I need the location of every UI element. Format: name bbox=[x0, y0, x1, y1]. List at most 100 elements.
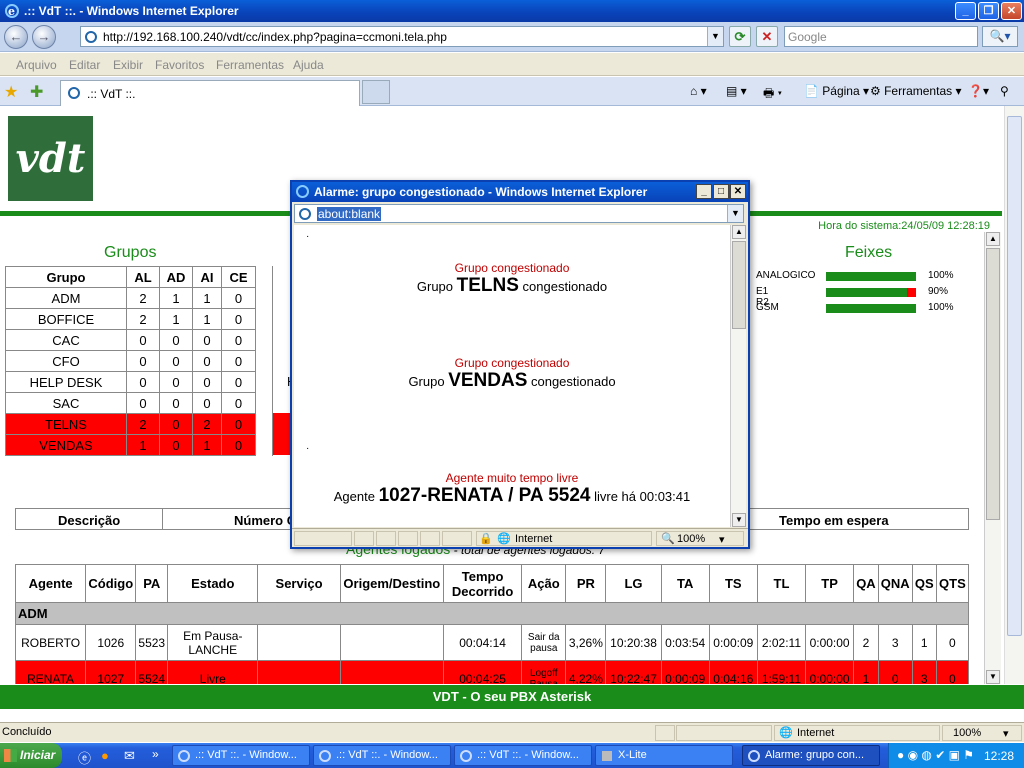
group-ad: 0 bbox=[159, 371, 193, 393]
add-favorite-icon[interactable]: ✚ bbox=[30, 82, 43, 102]
popup-address-input[interactable]: about:blank ▼ bbox=[294, 204, 744, 223]
alert-message: Agente 1027-RENATA / PA 5524 livre há 00… bbox=[294, 485, 730, 507]
forward-arrow-icon: → bbox=[37, 29, 51, 44]
status-cell bbox=[294, 531, 352, 546]
taskbar-button-label: X-Lite bbox=[618, 749, 647, 761]
taskbar-button[interactable]: .:: VdT ::. - Window... bbox=[454, 745, 592, 766]
new-tab-button[interactable] bbox=[362, 80, 390, 104]
zoom-control[interactable]: 🔍 100% ▾ bbox=[656, 531, 744, 546]
minimize-button[interactable]: _ bbox=[955, 2, 976, 20]
menu-arquivo[interactable]: Arquivo bbox=[16, 58, 57, 72]
table-row: BOFFICE 2 1 1 0 bbox=[5, 308, 256, 330]
popup-scroll-thumb[interactable] bbox=[732, 241, 746, 329]
start-button[interactable]: Iniciar bbox=[0, 743, 62, 768]
popup-close-button[interactable]: ✕ bbox=[730, 184, 746, 199]
agent-pa: 5524 bbox=[135, 660, 169, 684]
status-bar: Concluído 🌐 Internet 100% ▾ bbox=[0, 722, 1024, 742]
menu-favoritos[interactable]: Favoritos bbox=[155, 58, 204, 72]
col-ai: AI bbox=[192, 266, 222, 288]
tools-menu-button[interactable]: ⚙ Ferramentas ▾ bbox=[870, 84, 961, 98]
zoom-dropdown-icon[interactable]: ▾ bbox=[719, 533, 725, 546]
popup-titlebar: Alarme: grupo congestionado - Windows In… bbox=[292, 182, 748, 202]
favorites-star-icon[interactable]: ★ bbox=[4, 82, 18, 102]
scroll-thumb[interactable] bbox=[986, 248, 1000, 520]
taskbar-button[interactable]: .:: VdT ::. - Window... bbox=[172, 745, 310, 766]
popup-maximize-button[interactable]: □ bbox=[713, 184, 729, 199]
print-icon[interactable]: 🖶 ▾ bbox=[763, 84, 782, 105]
close-button[interactable]: ✕ bbox=[1001, 2, 1022, 20]
col-qa: QA bbox=[853, 564, 879, 603]
agent-action-link[interactable]: Sair da pausa bbox=[521, 624, 567, 661]
zoom-control[interactable]: 100% ▾ bbox=[942, 725, 1022, 741]
page-footer: VDT - O seu PBX Asterisk bbox=[0, 685, 1024, 709]
maximize-button[interactable]: ❐ bbox=[978, 2, 999, 20]
page-icon bbox=[85, 31, 97, 43]
back-button[interactable]: ← bbox=[4, 25, 28, 49]
menu-editar[interactable]: Editar bbox=[69, 58, 100, 72]
page-scrollbar[interactable] bbox=[1004, 106, 1024, 684]
scroll-down-icon[interactable]: ▼ bbox=[986, 670, 1000, 684]
status-cell bbox=[676, 725, 772, 741]
menu-ferramentas[interactable]: Ferramentas bbox=[216, 58, 284, 72]
group-ce: 0 bbox=[221, 434, 256, 456]
ie-page-icon bbox=[68, 87, 80, 99]
group-name: ADM bbox=[5, 287, 127, 309]
agent-name: RENATA bbox=[14, 660, 87, 684]
zoom-dropdown-icon[interactable]: ▾ bbox=[1003, 727, 1009, 740]
tray-icons[interactable]: ● ◉ ◍ ✔ ▣ ⚑ bbox=[897, 748, 974, 762]
agent-action-link[interactable]: Logoff Pausa bbox=[521, 660, 567, 684]
forward-button[interactable]: → bbox=[32, 25, 56, 49]
col-tl: TL bbox=[756, 564, 807, 603]
agent-elapsed: 00:04:14 bbox=[442, 624, 523, 661]
scroll-up-icon[interactable]: ▲ bbox=[732, 225, 746, 239]
agent-ts: 0:00:09 bbox=[708, 624, 758, 661]
page-scroll-thumb[interactable] bbox=[1007, 116, 1022, 636]
taskbar-button-label: .:: VdT ::. - Window... bbox=[336, 749, 438, 761]
popup-address-dropdown-icon[interactable]: ▼ bbox=[727, 205, 743, 222]
col-grupo: Grupo bbox=[5, 266, 127, 288]
help-icon[interactable]: ❓▾ bbox=[968, 84, 989, 98]
refresh-button[interactable]: ⟳ bbox=[729, 26, 751, 47]
agent-qna: 3 bbox=[877, 624, 913, 661]
address-input[interactable]: http://192.168.100.240/vdt/cc/index.php?… bbox=[80, 26, 724, 47]
feeds-icon[interactable]: ▤ ▾ bbox=[726, 84, 747, 98]
alert-suffix: livre há 00:03:41 bbox=[590, 489, 691, 504]
inner-scrollbar[interactable]: ▲ ▼ bbox=[984, 232, 1001, 684]
tab-vdt[interactable]: .:: VdT ::. bbox=[60, 80, 360, 106]
group-name: HELP DESK bbox=[5, 371, 127, 393]
home-icon[interactable]: ⌂ ▾ bbox=[690, 84, 707, 98]
search-button[interactable]: 🔍▾ bbox=[982, 26, 1018, 47]
alert-prefix: Grupo bbox=[408, 374, 449, 389]
address-dropdown-icon[interactable]: ▼ bbox=[707, 27, 723, 46]
xlite-icon bbox=[602, 751, 612, 761]
stop-button[interactable]: ✕ bbox=[756, 26, 778, 47]
feixe-pct: 90% bbox=[928, 286, 949, 297]
taskbar-button[interactable]: Alarme: grupo con... bbox=[742, 745, 880, 766]
taskbar-button[interactable]: X-Lite bbox=[595, 745, 733, 766]
search-input[interactable]: Google bbox=[784, 26, 978, 47]
page-menu-button[interactable]: 📄 Página ▾ bbox=[804, 84, 869, 98]
popup-minimize-button[interactable]: _ bbox=[696, 184, 712, 199]
table-row: HELP DESK 0 0 0 0 bbox=[5, 371, 256, 393]
group-ce: 0 bbox=[221, 371, 256, 393]
agent-service bbox=[257, 660, 341, 684]
scroll-down-icon[interactable]: ▼ bbox=[732, 513, 746, 527]
research-icon[interactable]: ⚲ bbox=[1000, 84, 1009, 98]
alert-item: Agente muito tempo livre Agente 1027-REN… bbox=[294, 471, 730, 507]
taskbar-button-label: Alarme: grupo con... bbox=[765, 749, 865, 761]
alert-type: Grupo congestionado bbox=[454, 356, 570, 370]
menu-exibir[interactable]: Exibir bbox=[113, 58, 143, 72]
taskbar-button[interactable]: .:: VdT ::. - Window... bbox=[313, 745, 451, 766]
quicklaunch-ie-icon[interactable]: ⓔ bbox=[78, 748, 91, 767]
col-ts: TS bbox=[708, 564, 758, 603]
group-al: 0 bbox=[126, 392, 160, 414]
scroll-up-icon[interactable]: ▲ bbox=[986, 232, 1000, 246]
agent-qs: 3 bbox=[911, 660, 937, 684]
table-row: TELNS 2 0 2 0 bbox=[5, 413, 256, 435]
quicklaunch-more-icon[interactable]: » bbox=[152, 747, 159, 761]
popup-status-bar: 🔒 🌐 Internet 🔍 100% ▾ bbox=[292, 528, 748, 547]
menu-ajuda[interactable]: Ajuda bbox=[293, 58, 324, 72]
popup-scrollbar[interactable]: ▲ ▼ bbox=[730, 225, 746, 527]
quicklaunch-firefox-icon[interactable]: ● bbox=[101, 748, 109, 763]
quicklaunch-outlook-icon[interactable]: ✉ bbox=[124, 748, 135, 764]
